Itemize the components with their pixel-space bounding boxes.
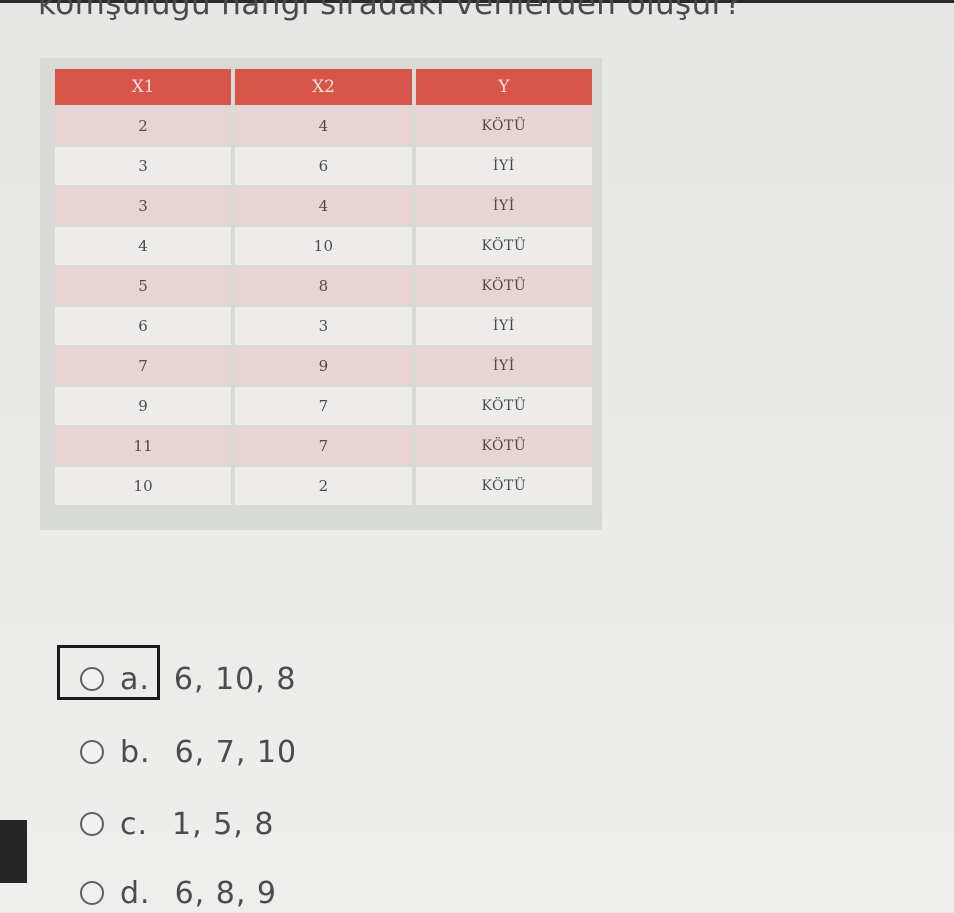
table-header-row: X1 X2 Y (55, 69, 592, 105)
cell-x1: 7 (55, 347, 232, 385)
option-a-letter: a. (120, 661, 150, 697)
question-text: komşuluğu hangi sıradaki verilerden oluş… (38, 0, 742, 22)
option-b-radio[interactable] (80, 740, 104, 764)
option-d-radio[interactable] (80, 881, 104, 905)
cell-x2: 4 (235, 187, 412, 225)
option-c-value: 1, 5, 8 (172, 806, 275, 842)
cell-x2: 7 (235, 387, 412, 425)
cell-y: KÖTÜ (415, 427, 592, 465)
cell-x1: 3 (55, 147, 232, 185)
option-b-letter: b. (120, 734, 151, 770)
cell-x2: 4 (235, 107, 412, 145)
option-b-value: 6, 7, 10 (174, 734, 298, 770)
option-c-radio[interactable] (80, 812, 104, 836)
header-x2: X2 (235, 69, 412, 105)
header-x1: X1 (55, 69, 232, 105)
table-row: 5 8 KÖTÜ (55, 267, 592, 305)
cell-y: KÖTÜ (415, 387, 592, 425)
side-edge-tab (0, 820, 27, 883)
table-row: 3 4 İYİ (55, 187, 592, 225)
cell-x1: 2 (55, 107, 232, 145)
data-table: X1 X2 Y 2 4 KÖTÜ 3 6 İYİ 3 4 İYİ 4 10 KÖ… (51, 67, 596, 507)
cell-x2: 3 (235, 307, 412, 345)
table-row: 11 7 KÖTÜ (55, 427, 592, 465)
cell-y: KÖTÜ (415, 267, 592, 305)
cell-y: İYİ (415, 307, 592, 345)
cell-y: KÖTÜ (415, 227, 592, 265)
cell-x2: 6 (235, 147, 412, 185)
cell-y: İYİ (415, 347, 592, 385)
table-row: 9 7 KÖTÜ (55, 387, 592, 425)
option-c[interactable]: c. 1, 5, 8 (80, 804, 274, 844)
cell-x1: 6 (55, 307, 232, 345)
option-a-value: 6, 10, 8 (173, 661, 297, 697)
option-d[interactable]: d. 6, 8, 9 (80, 873, 277, 913)
option-d-value: 6, 8, 9 (174, 875, 277, 911)
cell-y: KÖTÜ (415, 467, 592, 505)
option-a-radio[interactable] (80, 667, 104, 691)
cell-x1: 4 (55, 227, 232, 265)
option-c-letter: c. (120, 806, 149, 842)
cell-x2: 2 (235, 467, 412, 505)
cell-x1: 3 (55, 187, 232, 225)
cell-x1: 11 (55, 427, 232, 465)
cell-x2: 9 (235, 347, 412, 385)
table-row: 10 2 KÖTÜ (55, 467, 592, 505)
table-row: 6 3 İYİ (55, 307, 592, 345)
table-row: 2 4 KÖTÜ (55, 107, 592, 145)
option-a[interactable]: a. 6, 10, 8 (80, 659, 296, 699)
table-row: 4 10 KÖTÜ (55, 227, 592, 265)
data-table-panel: X1 X2 Y 2 4 KÖTÜ 3 6 İYİ 3 4 İYİ 4 10 KÖ… (40, 58, 602, 530)
header-y: Y (415, 69, 592, 105)
cell-y: İYİ (415, 187, 592, 225)
cell-x1: 10 (55, 467, 232, 505)
cell-x2: 7 (235, 427, 412, 465)
option-b[interactable]: b. 6, 7, 10 (80, 732, 297, 772)
cell-y: İYİ (415, 147, 592, 185)
cell-x1: 9 (55, 387, 232, 425)
cell-y: KÖTÜ (415, 107, 592, 145)
table-row: 7 9 İYİ (55, 347, 592, 385)
option-d-letter: d. (120, 875, 151, 911)
table-row: 3 6 İYİ (55, 147, 592, 185)
cell-x1: 5 (55, 267, 232, 305)
cell-x2: 8 (235, 267, 412, 305)
cell-x2: 10 (235, 227, 412, 265)
